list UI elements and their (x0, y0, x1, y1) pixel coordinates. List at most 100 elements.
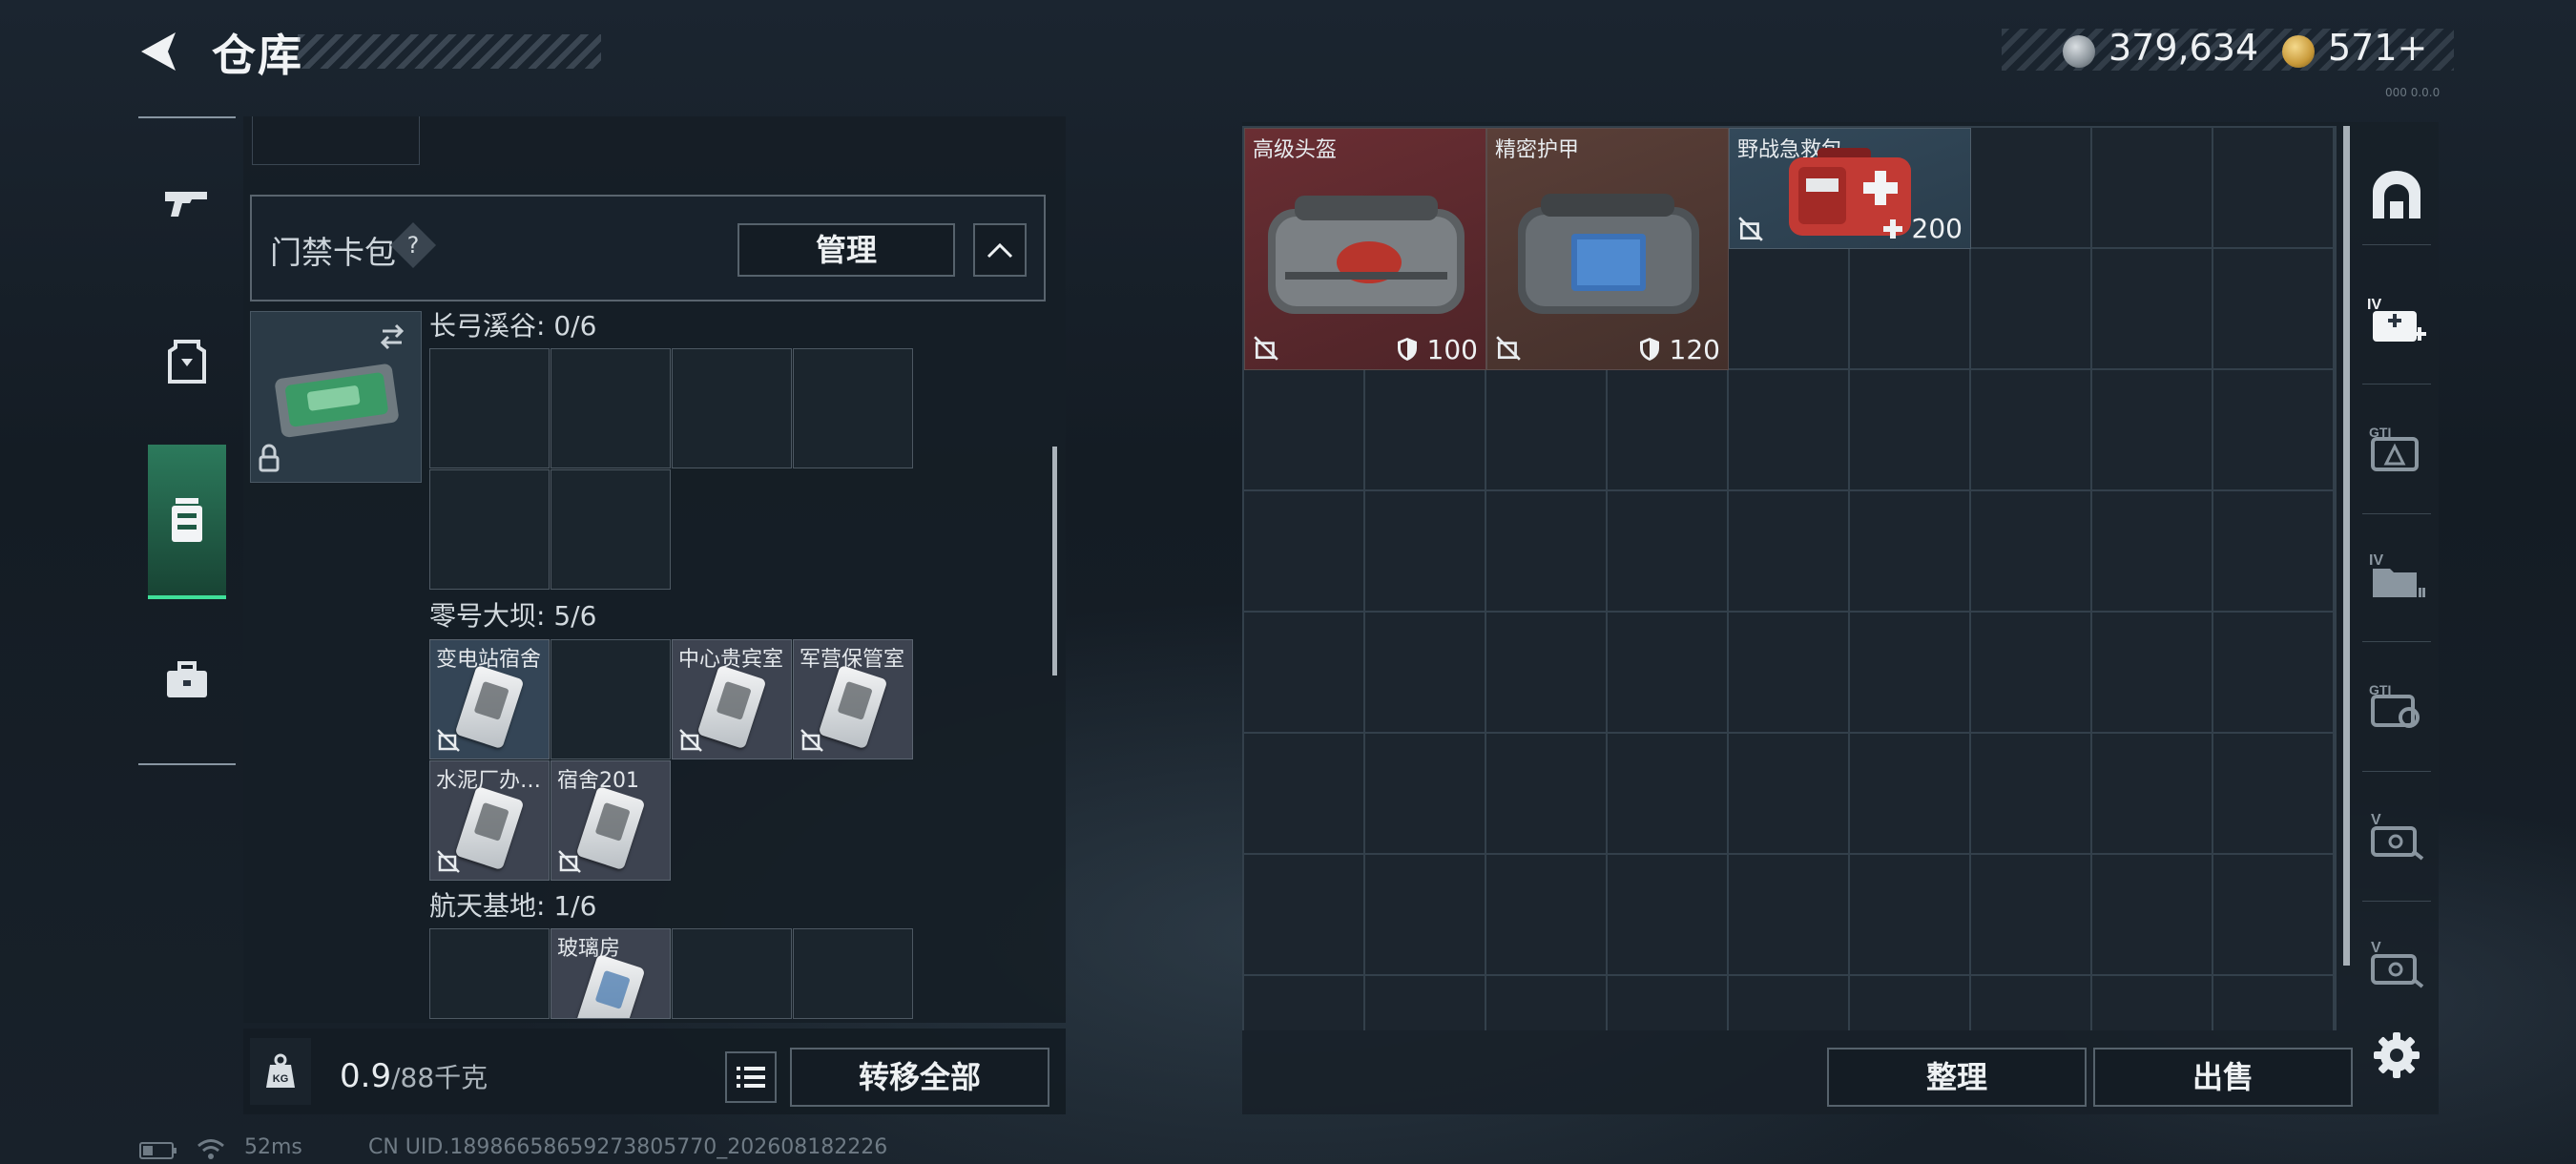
title-decoration (298, 34, 601, 69)
settings-button[interactable] (2370, 1029, 2423, 1082)
stash-scrollbar[interactable] (2343, 126, 2350, 966)
item-helmet[interactable]: 高级头盔 100 (1244, 128, 1486, 370)
section-label-space-base: 航天基地: 1/6 (429, 890, 597, 922)
collapse-button[interactable] (973, 223, 1027, 277)
tab-divider (2362, 771, 2431, 772)
empty-slot[interactable] (429, 469, 550, 590)
battery-icon (139, 1142, 177, 1159)
list-icon (737, 1067, 765, 1088)
weight-max: /88千克 (391, 1062, 488, 1093)
nav-case-tab[interactable] (148, 641, 226, 719)
help-icon[interactable]: ? (397, 229, 429, 261)
gear-icon (2374, 1032, 2420, 1078)
svg-text:V: V (2371, 812, 2381, 828)
armor-bag-image (1518, 194, 1699, 314)
item-name: 精密护甲 (1495, 138, 1580, 162)
gti-a-icon: GTI (2369, 425, 2419, 471)
svg-text:IV: IV (2369, 552, 2383, 569)
keycard-image (696, 664, 767, 750)
nav-divider-top (138, 116, 236, 118)
ping-text: 52ms (244, 1135, 302, 1159)
gold-amount[interactable]: 571+ (2328, 27, 2427, 69)
back-icon[interactable] (134, 27, 183, 76)
vault-icon (2373, 171, 2420, 218)
empty-slot[interactable] (551, 348, 671, 468)
stash-tab-vault[interactable] (2360, 158, 2433, 231)
section-label-zero-dam: 零号大坝: 5/6 (429, 600, 597, 632)
silver-coin-icon (2063, 35, 2095, 68)
keycard-image (575, 785, 646, 871)
list-view-button[interactable] (725, 1051, 777, 1103)
no-trade-icon (437, 850, 460, 873)
item-armor[interactable]: 精密护甲 120 (1486, 128, 1729, 370)
svg-text:V: V (2371, 940, 2381, 956)
empty-slot[interactable] (672, 928, 792, 1019)
empty-slot[interactable] (551, 639, 671, 759)
durability-number: 200 (1911, 213, 1963, 244)
keycard-pack-item[interactable] (250, 311, 422, 483)
nav-container-tab[interactable] (148, 481, 226, 559)
empty-slot[interactable] (793, 348, 913, 468)
stash-tab-v-case[interactable]: V (2360, 800, 2433, 872)
gold-coin-icon (2282, 35, 2315, 68)
tab-divider (2362, 901, 2431, 902)
no-trade-icon (1738, 217, 1763, 241)
stash-tab-gti-c[interactable]: GTI (2360, 670, 2433, 742)
empty-slot[interactable] (672, 348, 792, 468)
stash-tab-iv-folder[interactable]: IV (2360, 540, 2433, 613)
keycard-slot[interactable]: 中心贵宾室 (672, 639, 792, 759)
durability-value: 120 (1638, 334, 1720, 365)
left-scrollbar[interactable] (1052, 447, 1057, 676)
empty-slot[interactable] (793, 928, 913, 1019)
wifi-icon (197, 1139, 224, 1159)
manage-button[interactable]: 管理 (737, 223, 955, 277)
svg-text:IV: IV (2367, 297, 2381, 313)
keycard-slot[interactable]: 变电站宿舍 (429, 639, 550, 759)
keycard-image (454, 785, 525, 871)
v-case-icon: V (2371, 812, 2424, 861)
stash-tab-gti-a[interactable]: GTI (2360, 412, 2433, 485)
iv-folder-icon: IV (2369, 552, 2425, 597)
keycard-slot[interactable]: 军营保管室 (793, 639, 913, 759)
weight-icon-box: KG (250, 1038, 311, 1105)
uid-text: CN UID.18986658659273805770_202608182226 (368, 1135, 888, 1159)
tab-divider (2362, 513, 2431, 514)
v-case2-icon: V (2371, 940, 2424, 988)
shield-icon (1397, 338, 1417, 361)
durability-value: 200 (1882, 213, 1963, 244)
sort-button[interactable]: 整理 (1827, 1048, 2087, 1107)
keycard-slot[interactable]: 水泥厂办… (429, 760, 550, 881)
durability-number: 120 (1669, 334, 1720, 365)
keycard-slot[interactable]: 宿舍201 (551, 760, 671, 881)
no-trade-icon (558, 850, 581, 873)
empty-slot[interactable] (429, 928, 550, 1019)
svg-text:KG: KG (273, 1073, 289, 1085)
gun-icon (165, 192, 207, 217)
iv-plus-icon: IV (2367, 297, 2426, 342)
no-trade-icon (679, 729, 702, 752)
nav-weapon-tab[interactable] (148, 164, 226, 242)
tab-divider (2362, 244, 2431, 245)
keycard-slot[interactable]: 玻璃房 (551, 928, 671, 1019)
nav-divider-bottom (138, 763, 236, 765)
backpack-icon (172, 498, 202, 542)
keycard-image (818, 664, 888, 750)
sell-button[interactable]: 出售 (2093, 1048, 2353, 1107)
stash-tab-iv-plus[interactable]: IV (2360, 284, 2433, 357)
empty-slot[interactable] (429, 348, 550, 468)
durability-number: 100 (1426, 334, 1478, 365)
durability-value: 100 (1396, 334, 1478, 365)
transfer-all-button[interactable]: 转移全部 (790, 1048, 1049, 1107)
briefcase-icon (167, 661, 207, 697)
chevron-up-icon (987, 242, 1013, 259)
no-trade-icon (437, 729, 460, 752)
nav-equipment-tab[interactable] (148, 322, 226, 401)
keycard-image (575, 953, 646, 1018)
keycard-pack-title: 门禁卡包 (270, 234, 396, 271)
gti-c-icon: GTI (2369, 682, 2420, 728)
tab-divider (2362, 641, 2431, 642)
empty-slot[interactable] (551, 469, 671, 590)
stash-tab-v-case2[interactable]: V (2360, 927, 2433, 1000)
page-title: 仓库 (212, 30, 303, 81)
item-medkit[interactable]: 野战急救包 200 (1729, 128, 1971, 249)
